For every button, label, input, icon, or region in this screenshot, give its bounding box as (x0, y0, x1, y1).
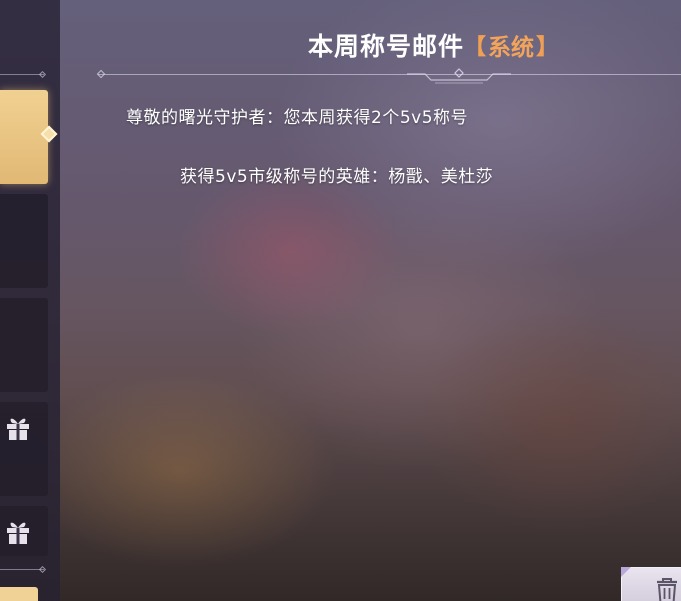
tag-bracket-open: 【 (464, 35, 487, 60)
mail-screen: 本周称号邮件 【 系统 】 尊敬的曙光守护者：您本周获得2个5v5称号 获得5v… (0, 0, 681, 601)
mail-list-sidebar[interactable] (0, 0, 60, 601)
header-ornament-icon (407, 68, 511, 84)
background-blur (0, 0, 681, 601)
delete-mail-button[interactable] (621, 567, 681, 601)
mail-item-partial[interactable] (0, 587, 38, 601)
button-corner-accent (621, 567, 631, 577)
mail-type-tag: 系统 (488, 35, 535, 61)
mail-greeting-text: 尊敬的曙光守护者：您本周获得2个5v5称号 (126, 108, 469, 128)
sidebar-divider-dot (38, 565, 47, 574)
mail-title: 本周称号邮件 (308, 32, 465, 61)
header-divider (98, 74, 681, 75)
mail-item[interactable] (0, 194, 48, 288)
mail-item[interactable] (0, 298, 48, 392)
sidebar-divider-bottom (0, 569, 44, 570)
gift-icon (7, 522, 29, 544)
mail-item-gift[interactable] (0, 402, 48, 496)
trash-icon (657, 578, 677, 601)
sidebar-divider-dot (38, 70, 47, 79)
gift-icon (7, 418, 29, 440)
selected-marker-icon (40, 125, 58, 143)
mail-item-weekly-title[interactable] (0, 90, 58, 184)
sidebar-divider-top (0, 74, 44, 75)
mail-heroes-text: 获得5v5市级称号的英雄：杨戬、美杜莎 (180, 167, 494, 187)
mail-title-row: 本周称号邮件 【 系统 】 (308, 27, 558, 63)
mail-item-gift[interactable] (0, 506, 48, 556)
tag-bracket-close: 】 (536, 35, 559, 60)
